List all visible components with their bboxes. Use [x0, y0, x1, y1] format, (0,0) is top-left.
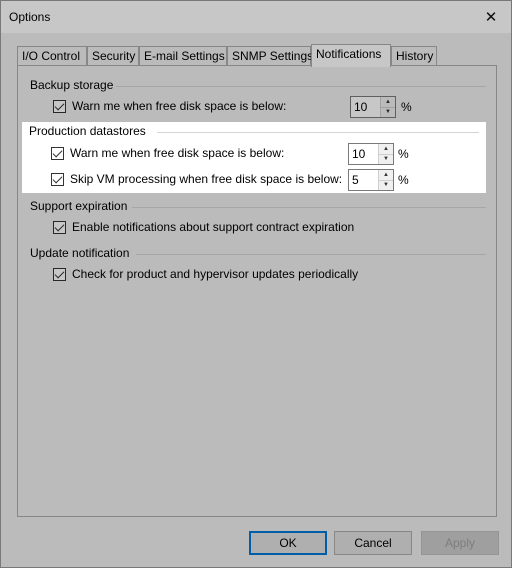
support-expiration-checkbox-row[interactable]: Enable notifications about support contr… [53, 217, 354, 237]
tab-snmp-settings[interactable]: SNMP Settings [227, 46, 313, 66]
backup-warn-checkbox[interactable] [53, 99, 66, 113]
production-warn-unit: % [398, 147, 409, 161]
cancel-button[interactable]: Cancel [334, 531, 412, 555]
backup-storage-title: Backup storage [30, 78, 114, 92]
group-divider [132, 207, 486, 208]
spin-up-icon[interactable]: ▲ [379, 144, 393, 154]
group-divider [136, 254, 486, 255]
title-bar: Options ✕ [1, 1, 511, 33]
tab-history[interactable]: History [391, 46, 437, 66]
close-icon[interactable]: ✕ [471, 1, 511, 33]
update-notification-checkbox-row[interactable]: Check for product and hypervisor updates… [53, 264, 358, 284]
tab-io-control[interactable]: I/O Control [17, 46, 87, 66]
update-notification-group: Update notification [30, 246, 486, 262]
dialog-buttons: OK Cancel Apply [1, 521, 511, 567]
production-skip-checkbox-row[interactable]: Skip VM processing when free disk space … [51, 169, 342, 189]
backup-warn-spinner[interactable]: 10 ▲ ▼ [350, 96, 396, 118]
ok-button[interactable]: OK [249, 531, 327, 555]
production-warn-checkbox[interactable] [51, 146, 64, 160]
support-expiration-label: Enable notifications about support contr… [72, 220, 355, 234]
group-divider [116, 86, 486, 87]
tab-email-settings[interactable]: E-mail Settings [139, 46, 227, 66]
production-skip-checkbox[interactable] [51, 172, 64, 186]
spin-down-icon[interactable]: ▼ [379, 179, 393, 190]
update-notification-label: Check for product and hypervisor updates… [72, 267, 359, 281]
production-skip-spinner[interactable]: 5 ▲ ▼ [348, 169, 394, 191]
backup-warn-unit: % [401, 100, 412, 114]
production-skip-unit: % [398, 173, 409, 187]
production-skip-value[interactable]: 5 [349, 170, 378, 190]
tab-security[interactable]: Security [87, 46, 139, 66]
options-window: Options ✕ I/O Control Security E-mail Se… [0, 0, 512, 568]
spin-down-icon[interactable]: ▼ [381, 106, 395, 117]
tab-notifications[interactable]: Notifications [311, 44, 391, 67]
backup-warn-label: Warn me when free disk space is below: [72, 99, 287, 113]
spin-up-icon[interactable]: ▲ [381, 97, 395, 107]
update-notification-checkbox[interactable] [53, 267, 66, 281]
apply-button[interactable]: Apply [421, 531, 499, 555]
support-expiration-group: Support expiration [30, 199, 486, 215]
support-expiration-title: Support expiration [30, 199, 128, 213]
window-title: Options [9, 10, 51, 24]
spin-down-icon[interactable]: ▼ [379, 153, 393, 164]
production-warn-spinner[interactable]: 10 ▲ ▼ [348, 143, 394, 165]
update-notification-title: Update notification [30, 246, 130, 260]
group-divider [157, 132, 479, 133]
backup-storage-group: Backup storage [30, 78, 486, 94]
production-warn-value[interactable]: 10 [349, 144, 378, 164]
production-warn-label: Warn me when free disk space is below: [70, 146, 285, 160]
spin-up-icon[interactable]: ▲ [379, 170, 393, 180]
backup-warn-value[interactable]: 10 [351, 97, 380, 117]
production-datastores-title: Production datastores [29, 124, 146, 138]
production-datastores-highlight: Production datastores Warn me when free … [22, 122, 486, 193]
production-datastores-group: Production datastores [29, 124, 479, 140]
support-expiration-checkbox[interactable] [53, 220, 66, 234]
production-skip-label: Skip VM processing when free disk space … [70, 172, 343, 186]
production-warn-checkbox-row[interactable]: Warn me when free disk space is below: [51, 143, 284, 163]
backup-warn-checkbox-row[interactable]: Warn me when free disk space is below: [53, 96, 286, 116]
